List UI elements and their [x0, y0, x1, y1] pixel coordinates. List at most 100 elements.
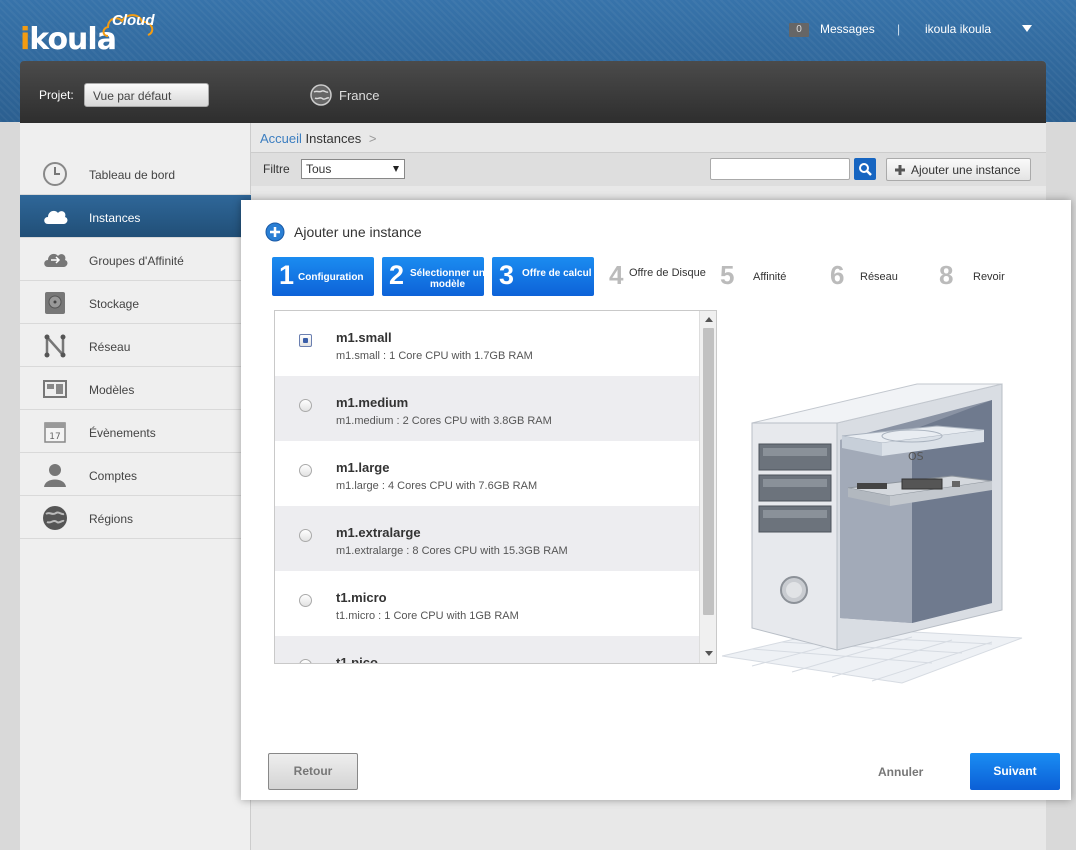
dashboard-icon: [43, 162, 67, 186]
list-item[interactable]: m1.small m1.small : 1 Core CPU with 1.7G…: [275, 311, 699, 376]
search-input[interactable]: [710, 158, 850, 180]
dialog-title: Ajouter une instance: [294, 224, 422, 240]
sidebar-item-label: Évènements: [89, 426, 156, 440]
os-label: OS: [908, 450, 924, 463]
sidebar-item-accounts[interactable]: Comptes: [20, 453, 251, 496]
user-menu-caret-icon[interactable]: [1022, 25, 1032, 32]
offer-radio[interactable]: [299, 594, 312, 607]
step-number: 4: [609, 260, 624, 290]
breadcrumb-home-link[interactable]: Accueil: [260, 131, 302, 146]
scrollbar-thumb[interactable]: [703, 328, 714, 615]
step-number: 8: [939, 260, 954, 290]
ikoula-logo[interactable]: ikoula Cloud: [20, 12, 160, 57]
storage-icon: [45, 292, 65, 314]
offer-name: m1.large: [336, 460, 390, 475]
sidebar-item-label: Comptes: [89, 469, 138, 483]
filter-select[interactable]: Tous: [301, 159, 405, 179]
sidebar-item-events[interactable]: 17 Évènements: [20, 410, 251, 453]
compute-offering-list[interactable]: m1.small m1.small : 1 Core CPU with 1.7G…: [274, 310, 717, 664]
sidebar-item-label: Régions: [89, 512, 134, 526]
calendar-day: 17: [49, 432, 60, 442]
messages-count-badge[interactable]: 0: [789, 23, 809, 37]
step-network[interactable]: 6 Réseau: [830, 257, 910, 296]
add-instance-button[interactable]: Ajouter une instance: [886, 158, 1031, 181]
step-review[interactable]: 8 Revoir: [939, 257, 1019, 296]
user-menu-name[interactable]: ikoula ikoula: [925, 22, 991, 36]
step-label-line: Sélectionner un: [410, 268, 484, 279]
offer-name: m1.small: [336, 330, 392, 345]
sidebar-item-label: Réseau: [89, 340, 131, 354]
offer-name: m1.extralarge: [336, 525, 421, 540]
list-item[interactable]: m1.extralarge m1.extralarge : 8 Cores CP…: [275, 506, 699, 571]
breadcrumb-separator: >: [368, 131, 377, 146]
list-item[interactable]: t1.pico: [275, 636, 699, 664]
step-label: Offre de Disque: [629, 267, 706, 279]
add-circle-icon: [265, 222, 285, 242]
step-compute-offering[interactable]: 3 Offre de calcul: [492, 257, 594, 296]
offer-radio[interactable]: [299, 334, 312, 347]
search-icon: [859, 163, 872, 176]
calendar-icon: 17: [44, 422, 66, 443]
step-label: Affinité: [753, 271, 787, 283]
step-number: 5: [720, 260, 735, 290]
sidebar-item-label: Modèles: [89, 383, 135, 397]
sidebar-item-templates[interactable]: Modèles: [20, 367, 251, 410]
back-button[interactable]: Retour: [268, 753, 358, 790]
cloud-icon: [44, 210, 68, 224]
chevron-down-icon: [393, 166, 399, 172]
header-separator: |: [897, 22, 901, 36]
list-scrollbar[interactable]: [699, 311, 716, 663]
step-label: Revoir: [973, 271, 1005, 283]
logo-cloud-text: Cloud: [112, 12, 155, 29]
add-instance-dialog: Ajouter une instance 1 Configuration 2 S…: [241, 200, 1071, 800]
sidebar-item-label: Groupes d'Affinité: [89, 254, 184, 268]
offer-name: t1.pico: [336, 655, 378, 664]
step-number: 6: [830, 260, 845, 290]
globe-icon: [43, 506, 67, 530]
cancel-button[interactable]: Annuler: [878, 765, 923, 779]
globe-icon: [310, 84, 332, 106]
offer-radio[interactable]: [299, 464, 312, 477]
project-label: Projet:: [39, 88, 74, 102]
offer-radio[interactable]: [299, 529, 312, 542]
network-icon: [44, 334, 66, 358]
offer-description: m1.extralarge : 8 Cores CPU with 15.3GB …: [336, 545, 568, 557]
offer-radio[interactable]: [299, 399, 312, 412]
messages-link[interactable]: Messages: [820, 22, 875, 36]
step-label: Réseau: [860, 271, 898, 283]
offer-description: t1.micro : 1 Core CPU with 1GB RAM: [336, 610, 519, 622]
project-select[interactable]: Vue par défaut: [84, 83, 209, 107]
sidebar-item-storage[interactable]: Stockage: [20, 281, 251, 324]
sidebar-item-affinity-groups[interactable]: Groupes d'Affinité: [20, 238, 251, 281]
step-number: 1: [279, 260, 295, 290]
sidebar-item-network[interactable]: Réseau: [20, 324, 251, 367]
list-item[interactable]: t1.micro t1.micro : 1 Core CPU with 1GB …: [275, 571, 699, 636]
offer-description: m1.medium : 2 Cores CPU with 3.8GB RAM: [336, 415, 552, 427]
offer-name: t1.micro: [336, 590, 387, 605]
breadcrumb-current: Instances: [305, 131, 362, 146]
region-selector[interactable]: France: [339, 88, 379, 103]
step-affinity[interactable]: 5 Affinité: [720, 257, 800, 296]
step-number: 2: [389, 260, 405, 290]
list-item[interactable]: m1.large m1.large : 4 Cores CPU with 7.6…: [275, 441, 699, 506]
sidebar-item-dashboard[interactable]: Tableau de bord: [20, 152, 251, 195]
list-item[interactable]: m1.medium m1.medium : 2 Cores CPU with 3…: [275, 376, 699, 441]
plus-icon: [895, 165, 905, 175]
step-select-template[interactable]: 2 Sélectionner un modèle: [382, 257, 484, 296]
search-button[interactable]: [854, 158, 876, 180]
scroll-down-arrow-icon[interactable]: [705, 651, 713, 656]
scroll-up-arrow-icon[interactable]: [705, 317, 713, 322]
sidebar-item-instances[interactable]: Instances: [20, 195, 251, 238]
sidebar-item-regions[interactable]: Régions: [20, 496, 251, 539]
offer-name: m1.medium: [336, 395, 409, 410]
offer-description: m1.small : 1 Core CPU with 1.7GB RAM: [336, 350, 533, 362]
step-configuration[interactable]: 1 Configuration: [272, 257, 374, 296]
filter-bar: Filtre Tous Ajouter une instance: [251, 152, 1046, 186]
offer-description: m1.large : 4 Cores CPU with 7.6GB RAM: [336, 480, 538, 492]
filter-label: Filtre: [263, 162, 290, 176]
next-button[interactable]: Suivant: [970, 753, 1060, 790]
breadcrumb: Accueil Instances >: [260, 131, 376, 146]
offer-radio[interactable]: [299, 659, 312, 663]
step-disk-offering[interactable]: 4 Offre de Disque: [609, 257, 719, 296]
sidebar-item-label: Instances: [89, 211, 141, 225]
